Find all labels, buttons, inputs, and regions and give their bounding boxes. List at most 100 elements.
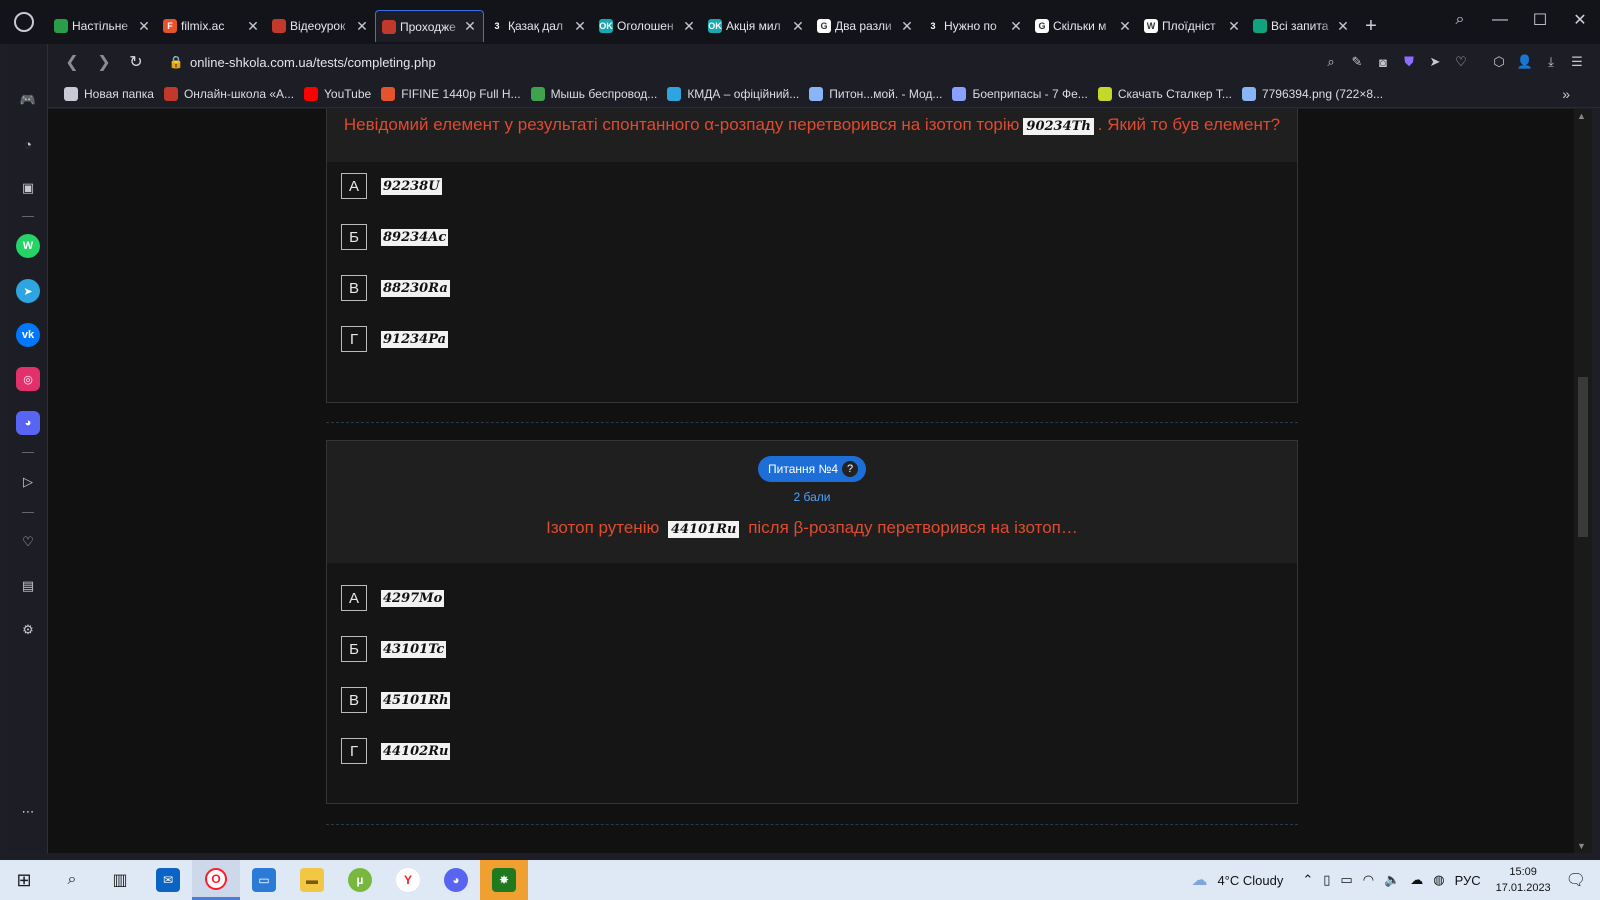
bookmark-item[interactable]: Мышь беспровод... xyxy=(530,86,657,101)
scroll-down-arrow-icon[interactable]: ▼ xyxy=(1577,841,1586,851)
vpn-shield-icon[interactable]: ⛊ xyxy=(1396,54,1422,70)
profile-icon[interactable]: 👤 xyxy=(1512,54,1538,70)
bookmark-item[interactable]: Боеприпасы - 7 Фе... xyxy=(952,86,1088,101)
shopping-bag-icon[interactable]: ▣ xyxy=(16,176,40,200)
close-tab-icon[interactable]: ✕ xyxy=(682,18,696,35)
speed-dial-icon[interactable]: ◔ xyxy=(16,132,40,156)
answer-option[interactable]: Б 43101Tc xyxy=(341,636,447,662)
bookmark-item[interactable]: FIFINE 1440p Full H... xyxy=(381,86,521,101)
page-scrollbar[interactable]: ▲ ▼ xyxy=(1574,109,1592,853)
opera-menu-button[interactable] xyxy=(0,0,48,44)
close-tab-icon[interactable]: ✕ xyxy=(137,18,151,35)
answer-letter-box[interactable]: Б xyxy=(341,636,367,662)
gamepad-icon[interactable]: 🎮 xyxy=(16,88,40,112)
weather-text[interactable]: 4°C Cloudy xyxy=(1217,873,1283,888)
close-tab-icon[interactable]: ✕ xyxy=(900,18,914,35)
news-icon[interactable]: ▤ xyxy=(16,574,40,598)
answer-option[interactable]: А 92238U xyxy=(341,173,442,199)
answer-letter-box[interactable]: А xyxy=(341,173,367,199)
browser-tab[interactable]: Всі запита ✕ xyxy=(1247,10,1356,42)
more-bookmarks-icon[interactable]: » xyxy=(1562,86,1570,102)
file-explorer-icon[interactable]: ▬ xyxy=(288,860,336,900)
search-tabs-icon[interactable]: ⌕ xyxy=(1440,11,1480,29)
close-tab-icon[interactable]: ✕ xyxy=(1336,18,1350,35)
scroll-up-arrow-icon[interactable]: ▲ xyxy=(1577,111,1586,121)
close-tab-icon[interactable]: ✕ xyxy=(1009,18,1023,35)
browser-tab[interactable]: Настільне ✕ xyxy=(48,10,157,42)
bookmark-item[interactable]: Новая папка xyxy=(64,86,154,101)
url-field[interactable]: online-shkola.com.ua/tests/completing.ph… xyxy=(190,55,436,70)
opera-taskbar-icon[interactable]: O xyxy=(192,860,240,900)
browser-tab[interactable]: 3 Қазақ дал ✕ xyxy=(484,10,593,42)
razer-app-icon[interactable]: ✸ xyxy=(480,860,528,900)
answer-letter-box[interactable]: В xyxy=(341,275,367,301)
answer-option[interactable]: Г 44102Ru xyxy=(341,738,451,764)
close-tab-icon[interactable]: ✕ xyxy=(246,18,260,35)
battery-icon[interactable]: ▭ xyxy=(1340,872,1352,888)
language-indicator[interactable]: РУС xyxy=(1455,873,1481,888)
task-view-icon[interactable]: ▥ xyxy=(96,860,144,900)
weather-cloud-icon[interactable]: ☁ xyxy=(1191,870,1207,890)
close-tab-icon[interactable]: ✕ xyxy=(355,18,369,35)
bookmark-item[interactable]: Питон...мой. - Мод... xyxy=(809,86,942,101)
answer-option[interactable]: Б 89234Ac xyxy=(341,224,449,250)
browser-tab[interactable]: W Плоїдніст ✕ xyxy=(1138,10,1247,42)
answer-letter-box[interactable]: В xyxy=(341,687,367,713)
close-tab-icon[interactable]: ✕ xyxy=(1227,18,1241,35)
window-app-icon[interactable]: ▭ xyxy=(240,860,288,900)
maximize-button[interactable]: ☐ xyxy=(1520,10,1560,30)
browser-tab[interactable]: OK Акція мил ✕ xyxy=(702,10,811,42)
bookmark-item[interactable]: КМДА – офіційний... xyxy=(667,86,799,101)
start-button[interactable]: ⊞ xyxy=(0,860,48,900)
extensions-cube-icon[interactable]: ⬡ xyxy=(1486,54,1512,70)
vk-icon[interactable]: vk xyxy=(16,323,40,347)
help-question-icon[interactable]: ? xyxy=(842,461,858,477)
mail-app-icon[interactable]: ✉ xyxy=(144,860,192,900)
lock-icon[interactable]: 🔒 xyxy=(162,55,190,69)
easy-setup-icon[interactable]: ☰ xyxy=(1564,54,1590,70)
discord-icon[interactable]: ◕ xyxy=(16,411,40,435)
bookmark-item[interactable]: YouTube xyxy=(304,86,371,101)
back-button[interactable]: ❮ xyxy=(56,52,88,72)
answer-option[interactable]: В 88230Ra xyxy=(341,275,450,301)
browser-tab[interactable]: G Скільки м ✕ xyxy=(1029,10,1138,42)
answer-letter-box[interactable]: А xyxy=(341,585,367,611)
snapshot-camera-icon[interactable]: ◙ xyxy=(1370,55,1396,70)
pinboard-heart-icon[interactable]: ♡ xyxy=(16,530,40,554)
new-tab-button[interactable]: + xyxy=(1356,10,1386,42)
answer-letter-box[interactable]: Г xyxy=(341,326,367,352)
discord-taskbar-icon[interactable]: ◕ xyxy=(432,860,480,900)
answer-letter-box[interactable]: Б xyxy=(341,224,367,250)
sidebar-more-icon[interactable]: ⋯ xyxy=(16,800,40,824)
bookmark-item[interactable]: 7796394.png (722×8... xyxy=(1241,86,1383,101)
browser-tab[interactable]: 3 Нужно по ✕ xyxy=(920,10,1029,42)
bookmark-item[interactable]: Онлайн-школа «А... xyxy=(163,86,294,101)
close-window-button[interactable]: ✕ xyxy=(1560,10,1600,30)
whatsapp-icon[interactable]: W xyxy=(16,234,40,258)
answer-option[interactable]: В 45101Rh xyxy=(341,687,451,713)
edit-icon[interactable]: ✎ xyxy=(1344,54,1370,70)
telegram-icon[interactable]: ➤ xyxy=(16,279,40,303)
taskbar-search-icon[interactable]: ⌕ xyxy=(48,860,96,900)
network-icon[interactable]: ◍ xyxy=(1433,872,1444,888)
browser-tab[interactable]: OK Оголошен ✕ xyxy=(593,10,702,42)
send-icon[interactable]: ➤ xyxy=(1422,54,1448,70)
utorrent-icon[interactable]: µ xyxy=(336,860,384,900)
close-tab-icon[interactable]: ✕ xyxy=(1118,18,1132,35)
forward-button[interactable]: ❯ xyxy=(88,52,120,72)
close-tab-icon[interactable]: ✕ xyxy=(573,18,587,35)
reload-button[interactable]: ↻ xyxy=(120,52,152,72)
device-icon[interactable]: ▯ xyxy=(1323,872,1330,888)
notifications-icon[interactable]: 🗨 xyxy=(1566,870,1586,890)
show-hidden-icons-chevron-icon[interactable]: ⌃ xyxy=(1302,872,1313,888)
search-in-page-icon[interactable]: ⌕ xyxy=(1318,54,1344,70)
bookmark-heart-icon[interactable]: ♡ xyxy=(1448,54,1474,70)
wifi-icon[interactable]: ◠ xyxy=(1363,872,1374,888)
browser-tab[interactable]: Ffilmix.ac ✕ xyxy=(157,10,266,42)
player-icon[interactable]: ▷ xyxy=(16,470,40,494)
close-tab-icon[interactable]: ✕ xyxy=(791,18,805,35)
browser-tab[interactable]: G Два разли ✕ xyxy=(811,10,920,42)
answer-option[interactable]: А 4297Mo xyxy=(341,585,445,611)
yandex-browser-icon[interactable]: Y xyxy=(384,860,432,900)
answer-option[interactable]: Г 91234Pa xyxy=(341,326,449,352)
